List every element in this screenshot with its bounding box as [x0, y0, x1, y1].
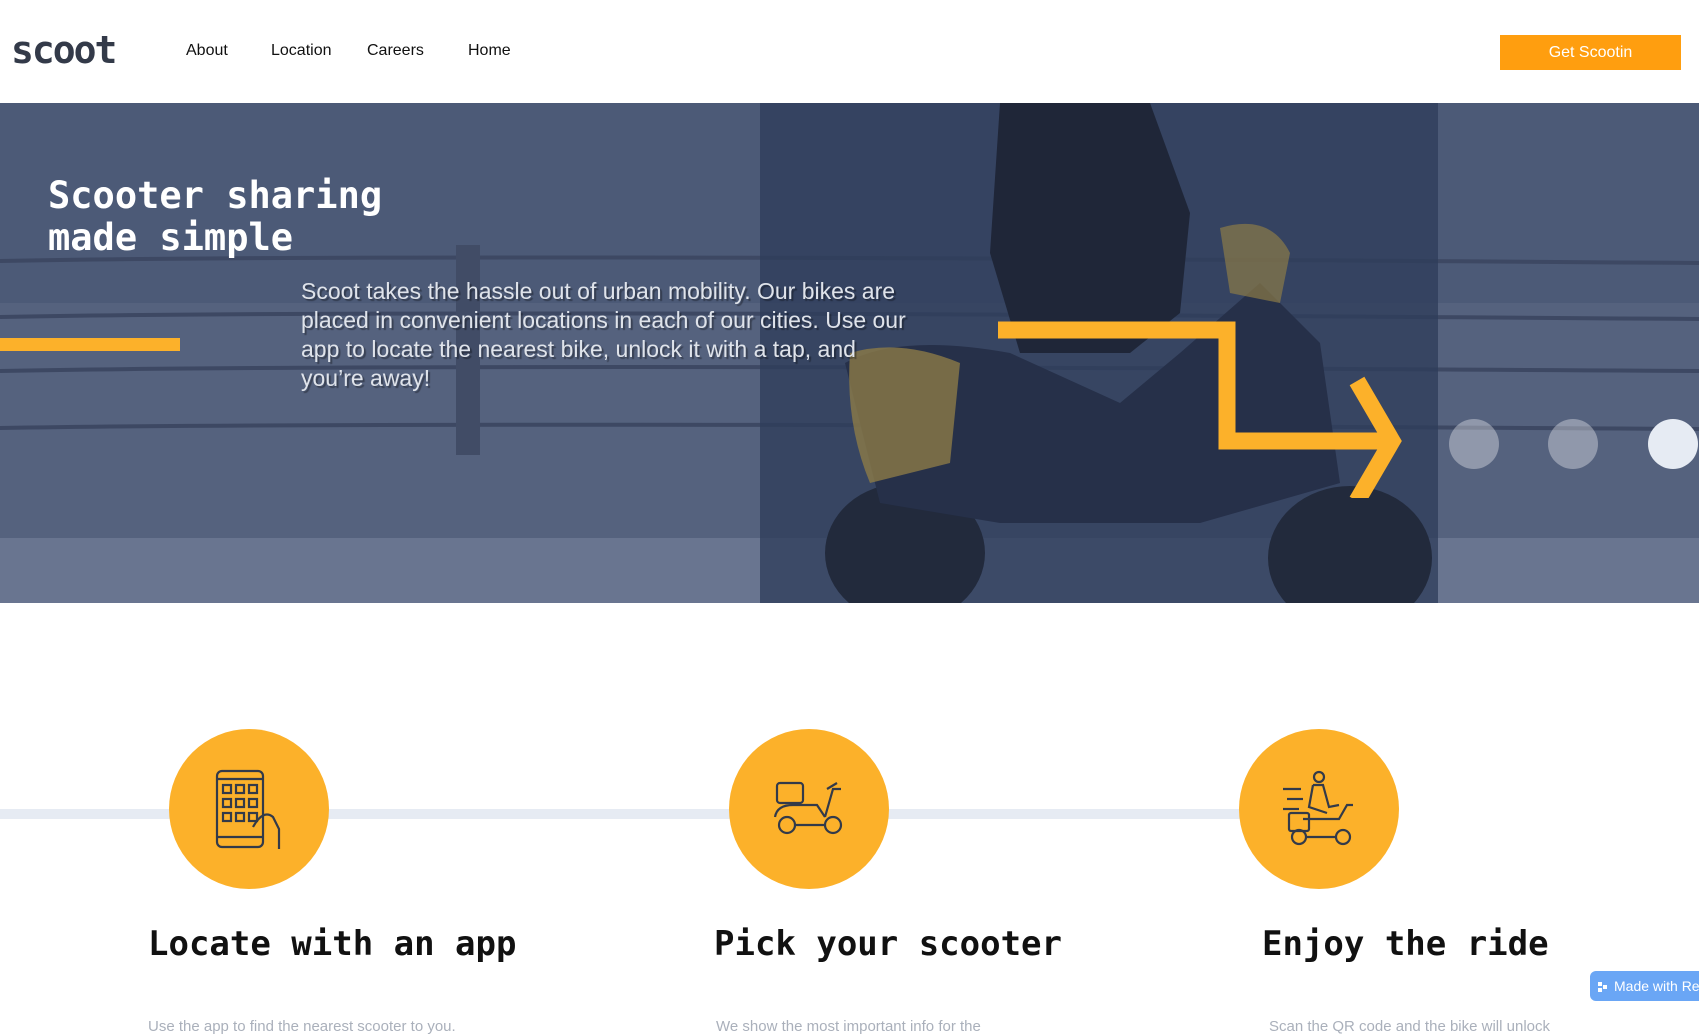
step-2-circle [729, 729, 889, 889]
carousel-dot-3-active[interactable] [1648, 419, 1698, 469]
arrow-decoration [998, 321, 1402, 498]
site-header: scoot About Location Careers Home Get Sc… [0, 0, 1699, 103]
step-1-description: Use the app to find the nearest scooter … [148, 1018, 456, 1035]
hero-title-line-1: Scooter sharing [48, 174, 383, 217]
step-3-description: Scan the QR code and the bike will unloc… [1269, 1018, 1550, 1035]
step-1-title: Locate with an app [148, 924, 517, 964]
step-3-circle [1239, 729, 1399, 889]
rider-icon [1283, 770, 1353, 846]
replit-icon [1598, 982, 1607, 992]
nav-about[interactable]: About [186, 42, 228, 60]
step-3-title: Enjoy the ride [1262, 924, 1549, 964]
nav-home[interactable]: Home [468, 42, 511, 60]
logo[interactable]: scoot [11, 28, 117, 72]
nav-careers[interactable]: Careers [367, 42, 424, 60]
hero-section: Scooter sharing made simple Scoot takes … [0, 103, 1699, 603]
made-with-badge[interactable]: Made with Re [1590, 971, 1699, 1001]
nav-location[interactable]: Location [271, 42, 332, 60]
accent-line [0, 338, 180, 351]
scooter-icon [773, 781, 843, 835]
hero-description: Scoot takes the hassle out of urban mobi… [301, 278, 906, 391]
step-1-circle [169, 729, 329, 889]
phone-app-icon [215, 769, 281, 849]
hero-title-line-2: made simple [48, 216, 294, 259]
hero-title: Scooter sharing made simple [48, 175, 382, 259]
carousel-dot-1[interactable] [1449, 419, 1499, 469]
get-scootin-button[interactable]: Get Scootin [1500, 35, 1681, 70]
step-2-title: Pick your scooter [714, 924, 1062, 964]
step-2-description: We show the most important info for the [716, 1018, 981, 1035]
carousel-dot-2[interactable] [1548, 419, 1598, 469]
badge-label: Made with Re [1614, 978, 1699, 994]
